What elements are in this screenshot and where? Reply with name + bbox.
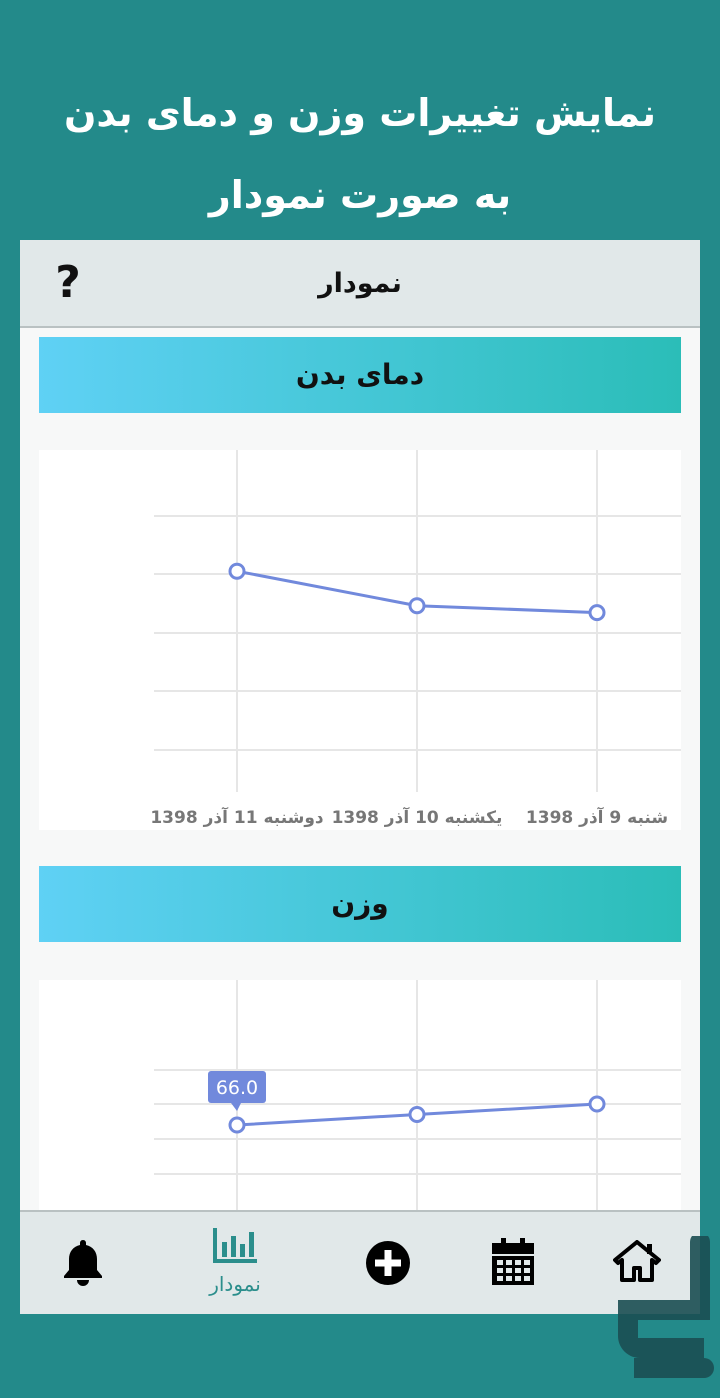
promo-title-line2: به صورت نمودار bbox=[208, 173, 512, 217]
app-screen: نمودار ? دمای بدن دوشنبه 11 آذر 1398 یکشن… bbox=[20, 240, 700, 1314]
data-point[interactable] bbox=[228, 1116, 246, 1134]
temperature-section-header: دمای بدن bbox=[39, 337, 681, 413]
data-point[interactable] bbox=[408, 1106, 426, 1123]
weight-chart-svg: 66.0 bbox=[154, 980, 681, 1210]
store-logo-watermark bbox=[618, 1236, 714, 1378]
weight-section-header: وزن bbox=[39, 866, 681, 942]
app-bar: نمودار ? bbox=[20, 240, 700, 328]
bell-icon bbox=[64, 1240, 102, 1286]
promo-title-line1: نمایش تغییرات وزن و دمای بدن bbox=[63, 91, 657, 135]
x-tick-label: دوشنبه 11 آذر 1398 bbox=[150, 806, 324, 828]
data-point[interactable] bbox=[228, 562, 246, 580]
nav-item-calendar[interactable] bbox=[458, 1212, 568, 1314]
promo-title: نمایش تغییرات وزن و دمای بدن به صورت نمو… bbox=[0, 72, 720, 236]
nav-item-add[interactable] bbox=[333, 1212, 443, 1314]
question-icon[interactable]: ? bbox=[50, 258, 86, 308]
calendar-icon bbox=[492, 1238, 534, 1285]
nav-item-chart[interactable]: نمودار bbox=[180, 1212, 290, 1314]
nav-label-chart: نمودار bbox=[209, 1272, 261, 1296]
nav-item-notifications[interactable] bbox=[28, 1212, 138, 1314]
x-tick-label: شنبه 9 آذر 1398 bbox=[526, 806, 668, 828]
x-tick-label: یکشنبه 10 آذر 1398 bbox=[332, 806, 503, 828]
data-point[interactable] bbox=[408, 597, 426, 615]
tooltip-value: 66.0 bbox=[216, 1077, 258, 1099]
bottom-navigation: نمودار bbox=[20, 1210, 700, 1314]
plus-circle-icon bbox=[366, 1241, 410, 1285]
data-point[interactable] bbox=[588, 1095, 606, 1113]
temperature-chart: دوشنبه 11 آذر 1398 یکشنبه 10 آذر 1398 شنبه… bbox=[39, 450, 681, 830]
data-point[interactable] bbox=[588, 604, 606, 622]
chart-grid bbox=[154, 450, 681, 792]
chart-bar-icon bbox=[213, 1228, 257, 1263]
temperature-chart-svg: دوشنبه 11 آذر 1398 یکشنبه 10 آذر 1398 شنبه… bbox=[150, 450, 681, 828]
weight-chart: 66.0 bbox=[39, 980, 681, 1210]
page-title: نمودار bbox=[318, 268, 402, 299]
